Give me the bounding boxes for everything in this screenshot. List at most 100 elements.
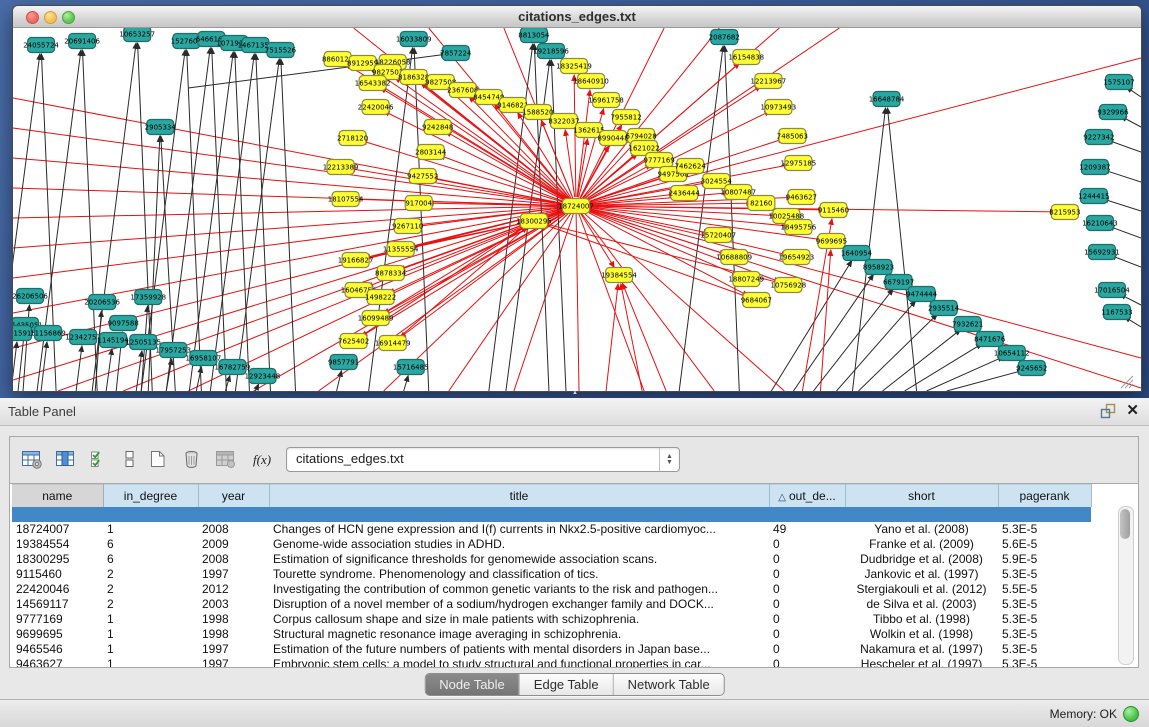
graph-node[interactable]: 16210643 [1082, 216, 1118, 231]
table-cell[interactable]: 5.3E-5 [998, 522, 1091, 537]
graph-node[interactable]: 9115460 [818, 203, 849, 218]
column-header-year[interactable]: year [198, 485, 269, 508]
tab-network-table[interactable]: Network Table [614, 674, 724, 695]
table-cell[interactable]: Dudbridge et al. (2008) [845, 552, 998, 567]
graph-node[interactable]: 18495756 [781, 220, 817, 235]
table-cell[interactable]: 5.9E-5 [998, 552, 1091, 567]
table-cell[interactable]: 5.5E-5 [998, 582, 1091, 597]
table-cell[interactable]: 5.3E-5 [998, 642, 1091, 657]
table-row[interactable]: 946362711997Embryonic stem cells: a mode… [12, 657, 1091, 667]
graph-node[interactable]: 1167533 [1101, 305, 1132, 320]
graph-node[interactable]: 16648784 [869, 92, 905, 107]
table-cell[interactable]: 18724007 [12, 522, 103, 537]
graph-node[interactable]: 9474444 [906, 287, 938, 302]
graph-node[interactable]: 19384554 [601, 268, 637, 283]
table-cell[interactable]: Estimation of significance thresholds fo… [269, 552, 769, 567]
graph-node[interactable]: 17359928 [130, 290, 166, 305]
graph-node[interactable]: 10653257 [119, 28, 155, 42]
graph-node[interactable]: 12213389 [323, 160, 359, 175]
table-cell[interactable]: 1 [103, 522, 198, 537]
table-cell[interactable]: Disruption of a novel member of a sodium… [269, 597, 769, 612]
table-row[interactable]: 2242004622012Investigating the contribut… [12, 582, 1091, 597]
table-cell[interactable]: 1 [103, 657, 198, 667]
graph-node[interactable]: 24055724 [23, 38, 59, 53]
graph-node[interactable]: 15716485 [393, 360, 429, 375]
graph-node[interactable]: 20691406 [64, 34, 100, 49]
graph-node[interactable]: 10654112 [994, 346, 1030, 361]
table-cell[interactable]: 0 [769, 582, 845, 597]
graph-node[interactable]: 2803144 [415, 145, 447, 160]
graph-node[interactable]: 1575107 [1103, 75, 1134, 90]
graph-node[interactable]: 15692931 [1084, 245, 1120, 260]
table-cell[interactable]: 2012 [198, 582, 269, 597]
network-canvas[interactable]: 1872400718300295193845548860123891295918… [13, 28, 1141, 391]
table-cell[interactable]: Stergiakouli et al. (2012) [845, 582, 998, 597]
graph-node[interactable]: 1209387 [1079, 160, 1110, 175]
table-cell[interactable]: 18300295 [12, 552, 103, 567]
table-cell[interactable]: 2003 [198, 597, 269, 612]
table-cell[interactable]: Jankovic et al. (1997) [845, 567, 998, 582]
graph-node[interactable]: 22420046 [358, 100, 394, 115]
graph-node[interactable]: 10973493 [761, 100, 797, 115]
table-cell[interactable]: Corpus callosum shape and size in male p… [269, 612, 769, 627]
new-table-icon[interactable] [144, 446, 170, 472]
tab-edge-table[interactable]: Edge Table [520, 674, 614, 695]
table-cell[interactable]: 2008 [198, 552, 269, 567]
graph-node[interactable]: 9857791 [328, 355, 359, 370]
table-cell[interactable]: 1997 [198, 642, 269, 657]
table-cell[interactable]: 0 [769, 612, 845, 627]
table-cell[interactable]: 6 [103, 537, 198, 552]
graph-node[interactable]: 18640910 [573, 74, 609, 89]
graph-node[interactable]: 7857224 [440, 46, 472, 61]
table-settings-icon[interactable] [18, 446, 44, 472]
table-cell[interactable]: 5.3E-5 [998, 597, 1091, 612]
table-cell[interactable]: Wolkin et al. (1998) [845, 627, 998, 642]
table-cell[interactable]: Hescheler et al. (1997) [845, 657, 998, 667]
graph-node[interactable]: 16033809 [396, 32, 432, 47]
graph-node[interactable]: 19166827 [338, 253, 374, 268]
table-cell[interactable]: 2 [103, 567, 198, 582]
table-cell[interactable]: 22420046 [12, 582, 103, 597]
graph-node[interactable]: 16099489 [358, 311, 394, 326]
graph-node[interactable]: 18107554 [328, 192, 364, 207]
graph-node[interactable]: 7625402 [338, 334, 369, 349]
table-cell[interactable]: 6 [103, 552, 198, 567]
graph-node[interactable]: 9427552 [407, 169, 438, 184]
float-window-icon[interactable] [1099, 402, 1116, 419]
graph-node[interactable]: 2718120 [337, 131, 368, 146]
table-cell[interactable]: 0 [769, 627, 845, 642]
table-cell[interactable]: Structural magnetic resonance image aver… [269, 627, 769, 642]
graph-node[interactable]: 9267110 [392, 219, 423, 234]
table-cell[interactable]: 2008 [198, 522, 269, 537]
graph-node[interactable]: 2436444 [669, 186, 701, 201]
graph-node[interactable]: 8958923 [863, 260, 894, 275]
graph-node[interactable]: 9699695 [816, 234, 847, 249]
table-row[interactable]: 1456911722003Disruption of a novel membe… [12, 597, 1091, 612]
table-row[interactable]: 946554611997Estimation of the future num… [12, 642, 1091, 657]
graph-node[interactable]: 12975185 [781, 156, 817, 171]
graph-node[interactable]: 20206536 [84, 295, 120, 310]
graph-node[interactable]: 8813054 [518, 28, 550, 43]
table-cell[interactable]: Nakamura et al. (1997) [845, 642, 998, 657]
graph-node[interactable]: 7932621 [952, 317, 983, 332]
graph-node[interactable]: 12923448 [245, 369, 281, 384]
table-cell[interactable]: 1997 [198, 657, 269, 667]
table-cell[interactable]: Yano et al. (2008) [845, 522, 998, 537]
graph-node-hub[interactable]: 18724007 [558, 199, 594, 214]
table-cell[interactable]: 1 [103, 627, 198, 642]
memory-ok-indicator[interactable] [1123, 706, 1139, 722]
graph-node[interactable]: 7955812 [610, 110, 641, 125]
table-cell[interactable]: Franke et al. (2009) [845, 537, 998, 552]
table-cell[interactable]: 49 [769, 522, 845, 537]
table-cell[interactable]: 1998 [198, 627, 269, 642]
table-cell[interactable]: 1 [103, 642, 198, 657]
table-cell[interactable]: Changes of HCN gene expression and I(f) … [269, 522, 769, 537]
graph-node[interactable]: 26206506 [13, 289, 48, 304]
table-cell[interactable]: 9699695 [12, 627, 103, 642]
graph-node[interactable]: 16961758 [588, 93, 624, 108]
select-attributes-icon[interactable] [86, 446, 112, 472]
table-cell[interactable]: Embryonic stem cells: a model to study s… [269, 657, 769, 667]
function-builder-icon[interactable]: f(x) [248, 446, 274, 472]
table-cell[interactable]: 1 [103, 612, 198, 627]
table-cell[interactable]: 14569117 [12, 597, 103, 612]
